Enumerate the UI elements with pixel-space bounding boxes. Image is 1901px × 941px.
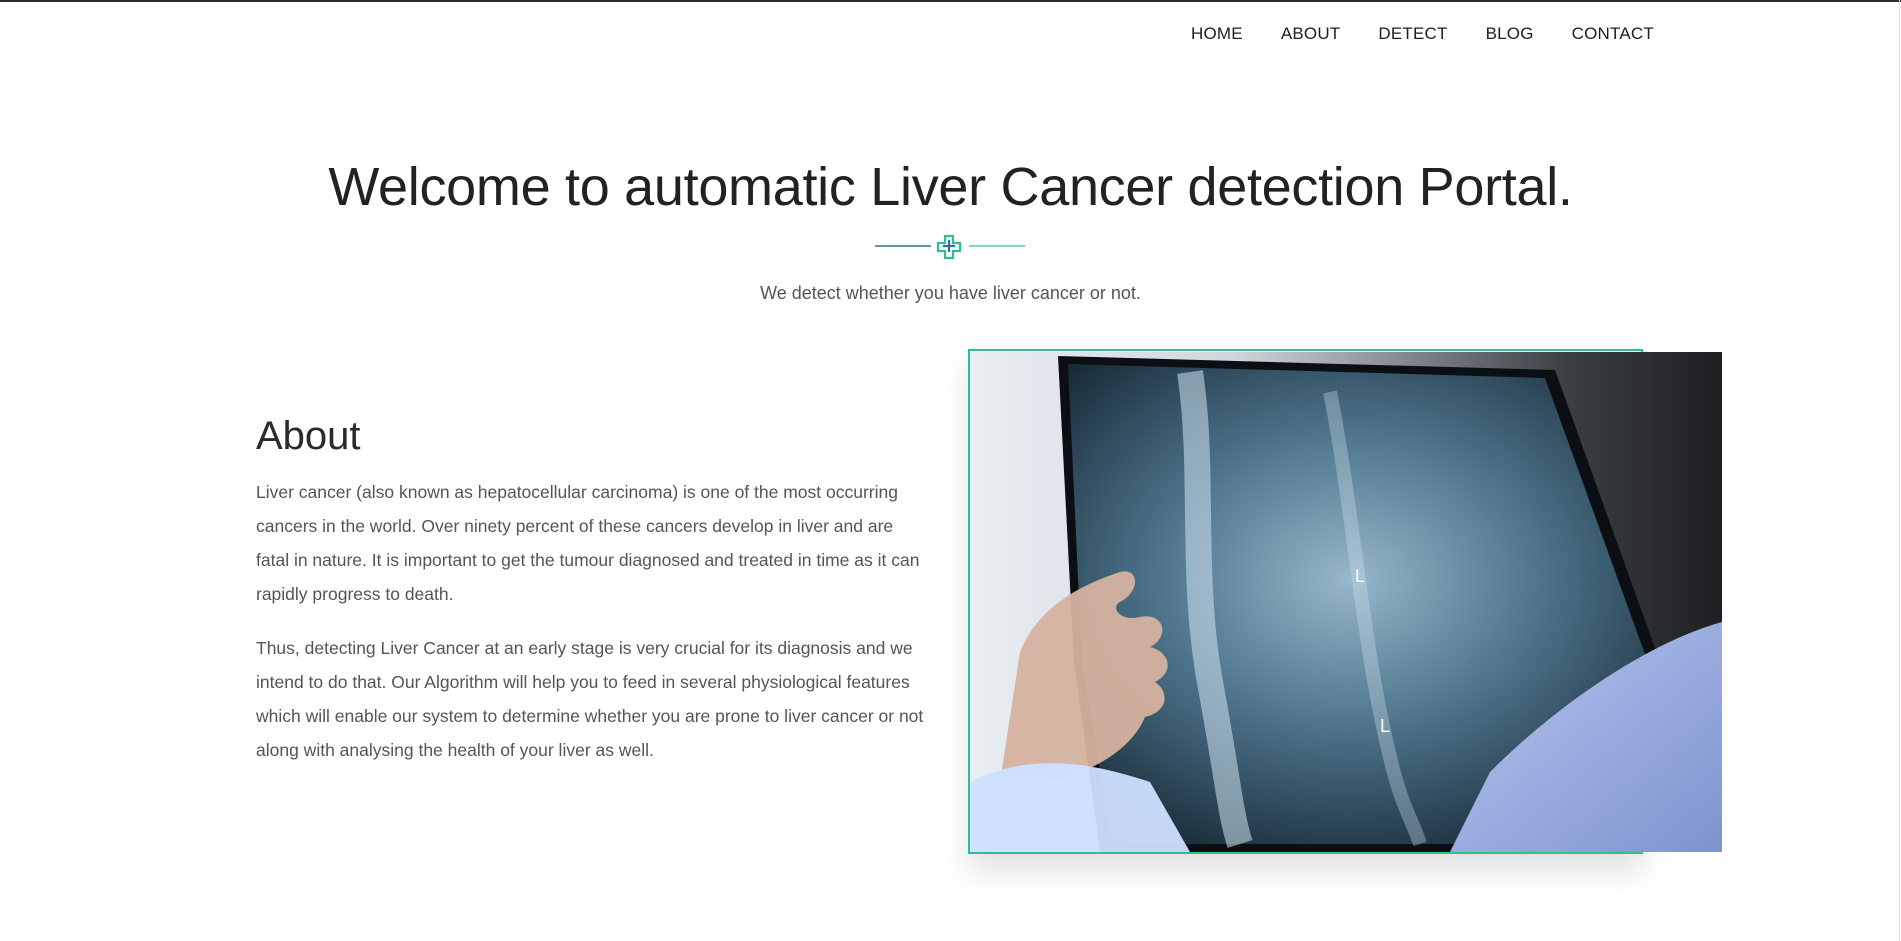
- xray-photo: L L: [970, 352, 1722, 852]
- svg-text:L: L: [1355, 566, 1365, 586]
- top-border: [0, 0, 1901, 2]
- nav-blog[interactable]: BLOG: [1486, 24, 1534, 44]
- svg-text:L: L: [1380, 716, 1390, 736]
- main-nav: HOME ABOUT DETECT BLOG CONTACT: [1191, 24, 1654, 44]
- title-divider: [875, 232, 1025, 260]
- nav-home[interactable]: HOME: [1191, 24, 1243, 44]
- xray-photo-illustration: L L: [970, 352, 1722, 852]
- about-paragraph-2: Thus, detecting Liver Cancer at an early…: [256, 638, 924, 760]
- hero-subtitle: We detect whether you have liver cancer …: [760, 283, 1141, 303]
- about-paragraph-1: Liver cancer (also known as hepatocellul…: [256, 482, 920, 604]
- page-scroll-edge: [1899, 0, 1900, 941]
- nav-about[interactable]: ABOUT: [1281, 24, 1341, 44]
- nav-detect[interactable]: DETECT: [1378, 24, 1447, 44]
- about-heading: About: [256, 414, 361, 458]
- nav-contact[interactable]: CONTACT: [1572, 24, 1654, 44]
- hero-title: Welcome to automatic Liver Cancer detect…: [328, 157, 1573, 217]
- medical-cross-icon: [875, 234, 1025, 260]
